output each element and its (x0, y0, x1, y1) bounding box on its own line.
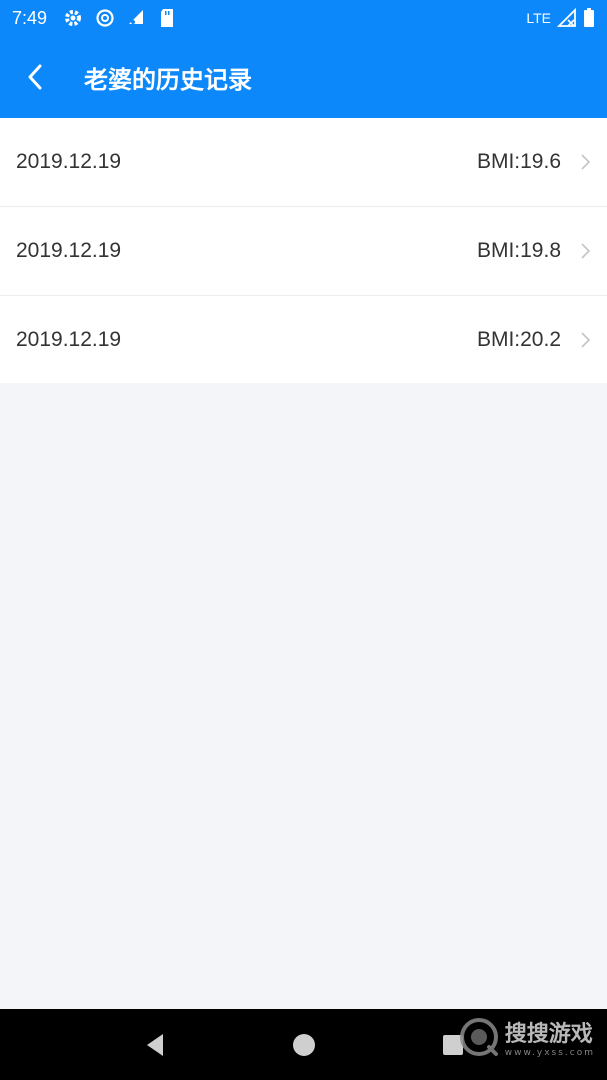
watermark-text: 搜搜游戏 (504, 1022, 593, 1047)
data-saver-icon (95, 8, 115, 28)
chevron-right-icon (561, 330, 591, 350)
battery-icon (583, 8, 595, 28)
back-button[interactable] (0, 36, 72, 118)
sd-card-icon (159, 8, 175, 28)
status-bar: 7:49 LTE (0, 0, 607, 36)
back-triangle-icon (143, 1032, 167, 1058)
chevron-right-icon (561, 241, 591, 261)
watermark-sub: www.yxss.com (504, 1048, 595, 1058)
record-date: 2019.12.19 (16, 150, 122, 173)
signal-icon (557, 8, 577, 28)
list-item[interactable]: 2019.12.19 BMI:19.6 (0, 118, 607, 207)
record-bmi: BMI:20.2 (476, 327, 561, 351)
home-circle-icon (292, 1033, 316, 1057)
page-title: 老婆的历史记录 (84, 65, 252, 94)
status-icons-right: LTE (526, 8, 595, 28)
list-item[interactable]: 2019.12.19 BMI:19.8 (0, 207, 607, 296)
watermark-logo-icon (459, 1017, 499, 1057)
record-bmi: BMI:19.6 (476, 150, 561, 173)
record-date: 2019.12.19 (16, 239, 122, 262)
history-list: 2019.12.19 BMI:19.6 2019.12.19 BMI:19.8 … (0, 118, 607, 383)
status-icons-left (63, 8, 175, 28)
record-bmi: BMI:19.8 (476, 239, 561, 262)
toolbar: 老婆的历史记录 (0, 36, 607, 118)
settings-icon (63, 8, 83, 28)
wifi-off-icon (127, 8, 147, 28)
nav-home-button[interactable] (274, 1015, 334, 1075)
chevron-right-icon (561, 152, 591, 172)
watermark: 搜搜游戏 www.yxss.com (459, 1016, 595, 1058)
network-type: LTE (526, 10, 551, 26)
nav-back-button[interactable] (125, 1015, 185, 1075)
status-time: 7:49 (12, 7, 48, 28)
list-item[interactable]: 2019.12.19 BMI:20.2 (0, 296, 607, 383)
record-date: 2019.12.19 (16, 327, 122, 351)
back-arrow-icon (25, 64, 47, 90)
